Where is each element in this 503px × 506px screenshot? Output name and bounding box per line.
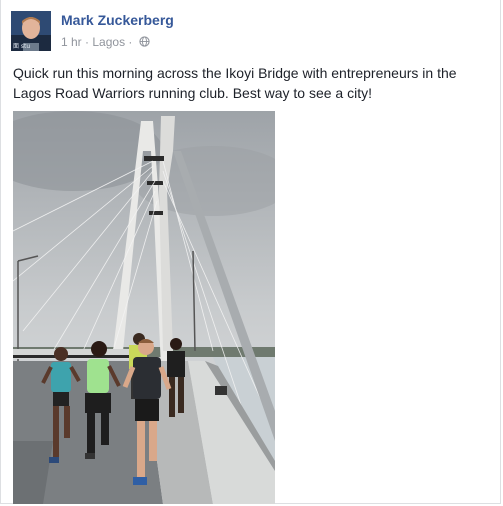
globe-icon[interactable]: [139, 36, 150, 47]
post-body-text: Quick run this morning across the Ikoyi …: [13, 65, 457, 101]
bridge-run-photo: [13, 111, 275, 504]
post-header: 面 stu Mark Zuckerberg 1 hr · Lagos ·: [11, 8, 491, 52]
meta-separator: ·: [85, 34, 90, 49]
post-card: 面 stu Mark Zuckerberg 1 hr · Lagos · Qui…: [0, 0, 501, 504]
post-location[interactable]: Lagos: [92, 35, 125, 49]
author-avatar[interactable]: 面 stu: [11, 11, 51, 51]
meta-separator-2: ·: [128, 34, 133, 49]
author-name-link[interactable]: Mark Zuckerberg: [61, 12, 174, 28]
avatar-image: 面 stu: [11, 11, 51, 51]
post-photo[interactable]: [13, 111, 275, 504]
post-timestamp[interactable]: 1 hr: [61, 35, 82, 49]
svg-text:面 stu: 面 stu: [13, 43, 30, 50]
post-meta: 1 hr · Lagos ·: [61, 34, 150, 49]
